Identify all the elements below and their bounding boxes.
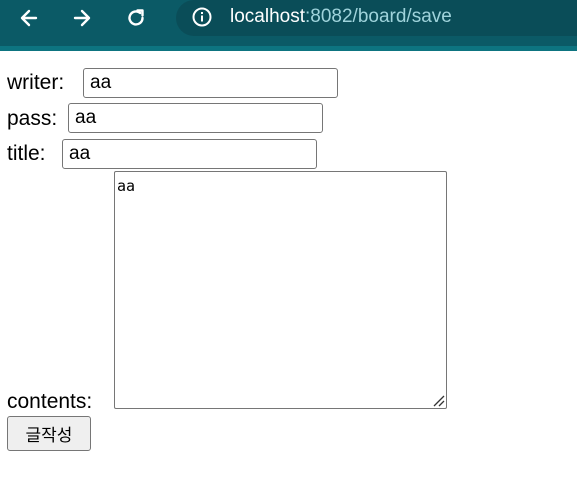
forward-arrow-icon xyxy=(73,9,91,27)
pass-input[interactable] xyxy=(68,103,323,133)
pass-label: pass: xyxy=(7,107,58,130)
forward-button[interactable] xyxy=(68,4,96,32)
url-text[interactable]: localhost:8082/board/save xyxy=(230,4,452,30)
back-arrow-icon xyxy=(20,9,38,27)
writer-input[interactable] xyxy=(83,68,338,98)
resize-grip-icon[interactable] xyxy=(431,393,445,407)
contents-textarea[interactable]: aa xyxy=(114,171,447,409)
url-path: :8082/board/save xyxy=(305,6,452,27)
url-host: localhost xyxy=(230,6,305,27)
title-input[interactable] xyxy=(62,139,317,169)
writer-label: writer: xyxy=(7,71,65,94)
browser-toolbar: localhost:8082/board/save xyxy=(0,0,577,51)
info-icon xyxy=(192,7,212,27)
site-info-button[interactable] xyxy=(189,4,215,30)
title-label: title: xyxy=(7,142,46,165)
contents-label: contents: xyxy=(7,390,93,413)
reload-button[interactable] xyxy=(122,4,150,32)
submit-button[interactable]: 글작성 xyxy=(7,416,91,451)
reload-icon xyxy=(128,9,144,26)
back-button[interactable] xyxy=(15,4,43,32)
